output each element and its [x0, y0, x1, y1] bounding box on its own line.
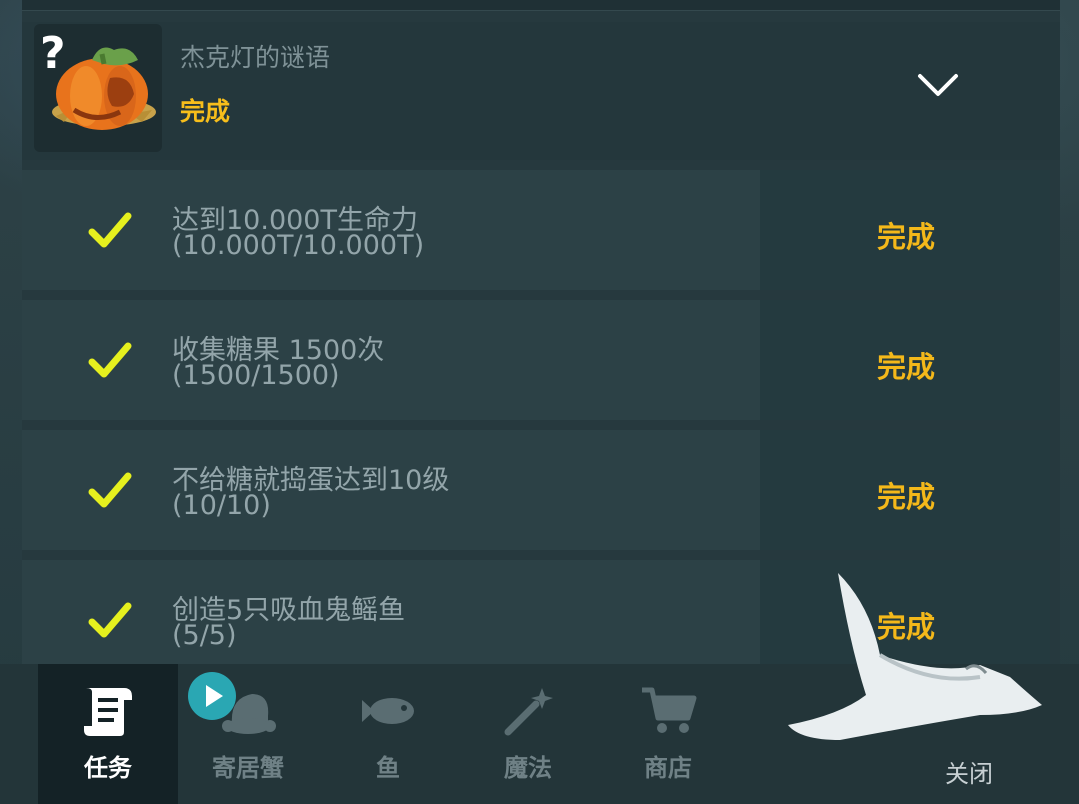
magic-wand-icon: [504, 688, 553, 736]
svg-text:?: ?: [40, 28, 66, 79]
quest-title: 杰克灯的谜语: [180, 43, 331, 72]
tab-quests[interactable]: 任务: [38, 664, 178, 804]
tab-fish[interactable]: 鱼: [318, 664, 458, 804]
checkmark-icon: [88, 472, 132, 508]
task-progress: (1500/1500): [172, 360, 340, 391]
tab-label: 任务: [84, 754, 132, 782]
pumpkin-mystery-icon: ?: [34, 24, 162, 152]
tab-magic[interactable]: 魔法: [458, 664, 598, 804]
fish-icon: [362, 698, 414, 724]
checkmark-icon: [88, 602, 132, 638]
task-status: 完成: [877, 480, 936, 514]
close-button[interactable]: 关闭: [945, 754, 993, 789]
panel-top-strip: [22, 0, 1060, 11]
quest-scroll-icon: [84, 688, 132, 736]
quest-header[interactable]: ? 杰克灯的谜语 完成: [22, 22, 1060, 160]
manta-ray-pet[interactable]: [780, 565, 1070, 745]
task-status: 完成: [877, 220, 936, 254]
checkmark-icon: [88, 212, 132, 248]
quest-status: 完成: [180, 97, 231, 126]
tab-label: 寄居蟹: [212, 754, 284, 782]
task-row: 达到10.000T生命力 (10.000T/10.000T) 完成: [22, 170, 1050, 290]
task-row: 收集糖果 1500次 (1500/1500) 完成: [22, 300, 1050, 420]
tab-label: 魔法: [504, 754, 552, 782]
tab-label: 商店: [644, 754, 692, 782]
play-icon[interactable]: [188, 672, 236, 720]
checkmark-icon: [88, 342, 132, 378]
shopping-cart-icon: [642, 687, 697, 733]
tab-label: 鱼: [376, 754, 400, 782]
task-progress: (10/10): [172, 490, 271, 521]
task-status: 完成: [877, 350, 936, 384]
chevron-down-icon[interactable]: [906, 62, 970, 112]
tab-shop[interactable]: 商店: [598, 664, 738, 804]
task-progress: (10.000T/10.000T): [172, 230, 425, 261]
task-row: 不给糖就捣蛋达到10级 (10/10) 完成: [22, 430, 1050, 550]
task-progress: (5/5): [172, 620, 237, 651]
